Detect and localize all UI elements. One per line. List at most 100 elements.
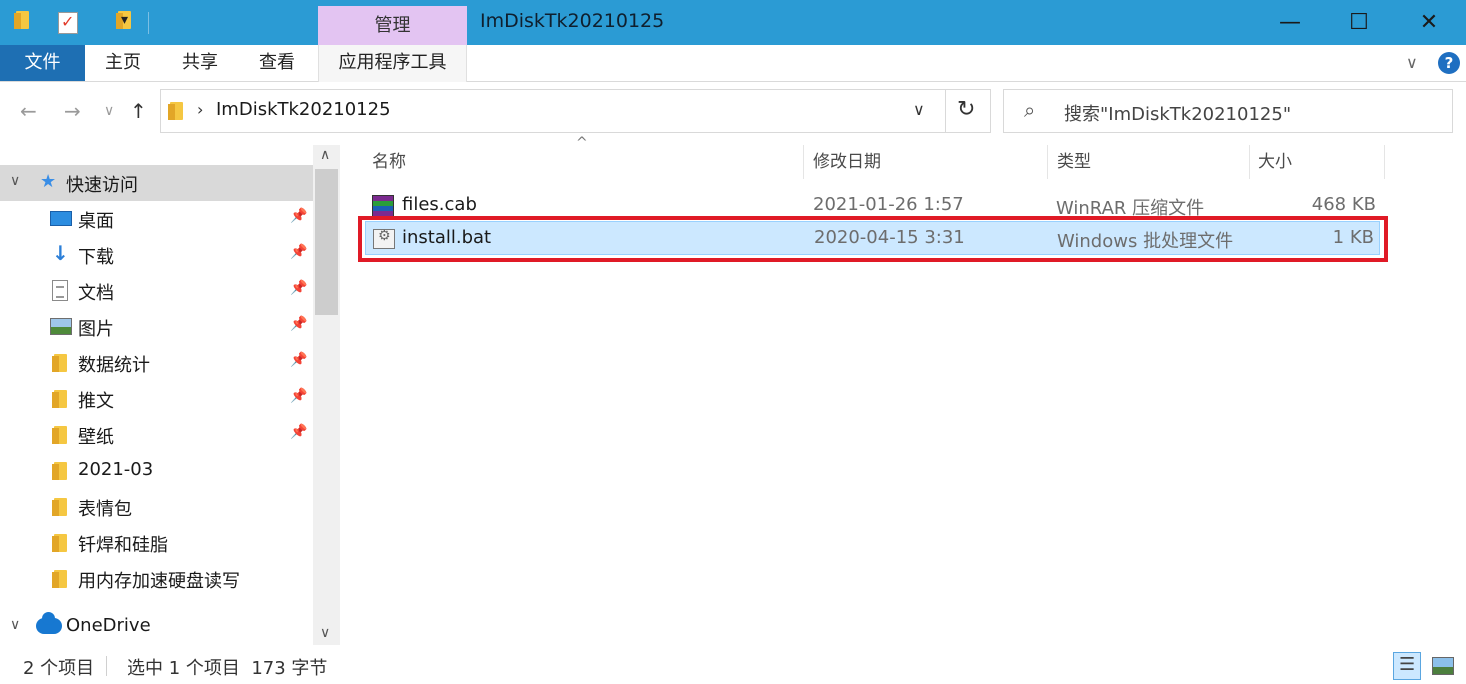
nav-item-onedrive[interactable]: ∨ OneDrive: [0, 609, 313, 645]
nav-label: 图片: [78, 319, 114, 340]
expand-icon[interactable]: ∨: [10, 173, 20, 189]
pin-icon[interactable]: 📌: [290, 424, 307, 440]
search-box[interactable]: ⌕ 搜索"ImDiskTk20210125": [1003, 89, 1453, 133]
address-bar[interactable]: › ImDiskTk20210125 ∨ ↻: [160, 89, 991, 133]
column-header-type[interactable]: 类型: [1057, 145, 1091, 179]
large-icons-view-icon[interactable]: [1432, 657, 1454, 675]
nav-item-folder[interactable]: 钎焊和硅脂: [0, 525, 313, 561]
column-divider[interactable]: [803, 145, 804, 179]
column-header-name[interactable]: 名称: [372, 145, 406, 179]
forward-button[interactable]: →: [64, 96, 81, 126]
refresh-button[interactable]: ↻: [957, 97, 975, 122]
divider: [945, 90, 946, 132]
up-button[interactable]: ↑: [130, 96, 147, 126]
column-divider[interactable]: [1384, 145, 1385, 179]
folder-icon: [52, 497, 70, 517]
breadcrumb-path[interactable]: ImDiskTk20210125: [216, 99, 391, 120]
expand-icon[interactable]: ∨: [10, 617, 20, 633]
column-divider[interactable]: [1249, 145, 1250, 179]
folder-icon: [52, 389, 70, 409]
status-bar: 2 个项目 选中 1 个项目 173 字节: [0, 648, 1466, 684]
ribbon-collapse-icon[interactable]: ∨: [1406, 53, 1418, 72]
nav-item-folder[interactable]: 数据统计 📌: [0, 345, 313, 381]
nav-scrollbar[interactable]: ∧ ∨: [313, 145, 340, 645]
pin-icon[interactable]: 📌: [290, 352, 307, 368]
pin-icon[interactable]: 📌: [290, 388, 307, 404]
maximize-button[interactable]: ☐: [1324, 0, 1394, 45]
red-highlight-box: [358, 216, 1388, 262]
document-icon: [52, 280, 68, 301]
picture-icon: [50, 318, 72, 335]
onedrive-cloud-icon: [36, 612, 62, 634]
title-bar: ▾ 管理 ImDiskTk20210125 — ☐ ✕: [0, 0, 1466, 45]
folder-icon: [52, 533, 70, 553]
back-button[interactable]: ←: [20, 96, 37, 126]
details-view-icon[interactable]: [1393, 652, 1421, 680]
search-input[interactable]: 搜索"ImDiskTk20210125": [1064, 100, 1291, 126]
column-header-size[interactable]: 大小: [1258, 145, 1292, 179]
column-divider[interactable]: [1047, 145, 1048, 179]
folder-icon[interactable]: [14, 10, 32, 30]
close-button[interactable]: ✕: [1394, 0, 1464, 45]
breadcrumb-chevron-icon[interactable]: ›: [197, 100, 203, 119]
desktop-icon: [50, 211, 72, 226]
nav-item-folder[interactable]: 2021-03: [0, 453, 313, 489]
properties-icon[interactable]: [58, 12, 78, 34]
tab-view[interactable]: 查看: [247, 45, 307, 81]
pin-icon[interactable]: 📌: [290, 280, 307, 296]
nav-item-documents[interactable]: 文档 📌: [0, 273, 313, 309]
file-modified: 2021-01-26 1:57: [813, 194, 964, 215]
file-name: files.cab: [402, 194, 477, 215]
help-icon[interactable]: ?: [1438, 52, 1460, 74]
divider: [148, 12, 149, 34]
nav-label: 下载: [78, 247, 114, 268]
selection-info: 选中 1 个项目 173 字节: [127, 658, 328, 679]
navigation-pane: ∨ ★ 快速访问 桌面 📌 ↓ 下载 📌 文档 📌 图片 📌 数据统计 📌 推文…: [0, 145, 340, 645]
nav-label: 文档: [78, 283, 114, 304]
tab-file[interactable]: 文件: [0, 45, 85, 81]
nav-item-folder[interactable]: 壁纸 📌: [0, 417, 313, 453]
file-size: 468 KB: [1311, 194, 1376, 215]
ribbon-tabs: 文件 主页 共享 查看 应用程序工具 ∨ ?: [0, 45, 1466, 82]
column-header-modified[interactable]: 修改日期: [813, 145, 881, 179]
quick-access-dropdown[interactable]: ▾: [121, 12, 128, 28]
nav-label: 表情包: [78, 499, 132, 520]
nav-label: 数据统计: [78, 355, 150, 376]
manage-tab[interactable]: 管理: [318, 6, 467, 45]
folder-icon: [168, 101, 186, 121]
star-icon: ★: [40, 171, 57, 192]
folder-icon: [52, 425, 70, 445]
divider: [106, 656, 107, 676]
nav-label: 推文: [78, 391, 114, 412]
pin-icon[interactable]: 📌: [290, 244, 307, 260]
scroll-up-icon[interactable]: ∧: [320, 147, 330, 163]
window-title: ImDiskTk20210125: [480, 10, 665, 32]
nav-label: 2021-03: [78, 459, 154, 480]
download-icon: ↓: [52, 241, 69, 265]
search-icon: ⌕: [1024, 98, 1036, 122]
nav-label: 钎焊和硅脂: [78, 535, 168, 556]
nav-label: 用内存加速硬盘读写: [78, 571, 240, 592]
tab-share[interactable]: 共享: [170, 45, 230, 81]
nav-quick-access[interactable]: ∨ ★ 快速访问: [0, 165, 313, 201]
scroll-down-icon[interactable]: ∨: [320, 625, 330, 641]
minimize-button[interactable]: —: [1255, 0, 1325, 45]
nav-item-downloads[interactable]: ↓ 下载 📌: [0, 237, 313, 273]
nav-label: OneDrive: [66, 615, 151, 636]
scroll-thumb[interactable]: [315, 169, 338, 315]
address-dropdown[interactable]: ∨: [913, 100, 925, 119]
pin-icon[interactable]: 📌: [290, 316, 307, 332]
nav-item-desktop[interactable]: 桌面 📌: [0, 201, 313, 237]
nav-item-folder[interactable]: 用内存加速硬盘读写: [0, 561, 313, 597]
nav-label: 桌面: [78, 211, 114, 232]
nav-item-folder[interactable]: 推文 📌: [0, 381, 313, 417]
tab-home[interactable]: 主页: [94, 45, 152, 81]
nav-item-pictures[interactable]: 图片 📌: [0, 309, 313, 345]
column-headers: 名称 修改日期 类型 大小: [358, 145, 1388, 179]
folder-icon: [52, 569, 70, 589]
pin-icon[interactable]: 📌: [290, 208, 307, 224]
tab-application-tools[interactable]: 应用程序工具: [318, 45, 467, 82]
nav-item-folder[interactable]: 表情包: [0, 489, 313, 525]
nav-label: 壁纸: [78, 427, 114, 448]
recent-locations-button[interactable]: ∨: [104, 96, 114, 126]
